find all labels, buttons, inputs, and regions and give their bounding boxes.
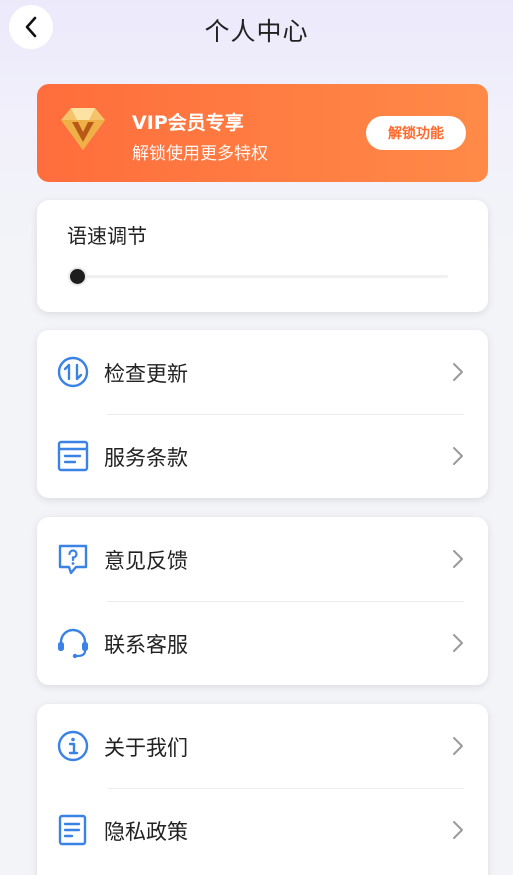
speed-card: 语速调节 <box>37 200 488 312</box>
chevron-right-icon <box>453 634 463 652</box>
menu-item-about[interactable]: 关于我们 <box>37 704 488 788</box>
vip-banner[interactable]: VIP会员专享 解锁使用更多特权 解锁功能 <box>37 84 488 182</box>
menu-label-customer-service: 联系客服 <box>104 633 188 657</box>
menu-item-privacy[interactable]: 隐私政策 <box>37 788 488 872</box>
page-title: 个人中心 <box>204 17 309 46</box>
menu-label-terms: 服务条款 <box>104 446 188 470</box>
menu-item-customer-service[interactable]: 联系客服 <box>37 601 488 685</box>
document-icon <box>57 440 89 472</box>
chevron-right-icon <box>453 363 463 381</box>
menu-label-about: 关于我们 <box>104 736 188 760</box>
vip-subtitle: 解锁使用更多特权 <box>132 144 268 164</box>
menu-item-terms[interactable]: 服务条款 <box>37 414 488 498</box>
unlock-button[interactable]: 解锁功能 <box>366 116 466 150</box>
menu-group-3: 关于我们 隐私政策 <box>37 704 488 875</box>
menu-item-check-update[interactable]: 检查更新 <box>37 330 488 414</box>
feedback-icon <box>58 544 88 575</box>
speed-slider-thumb[interactable] <box>68 267 87 286</box>
menu-item-feedback[interactable]: 意见反馈 <box>37 517 488 601</box>
menu-label-privacy: 隐私政策 <box>104 820 188 844</box>
info-icon <box>57 730 89 762</box>
chevron-right-icon <box>453 550 463 568</box>
vip-title: VIP会员专享 <box>132 112 244 134</box>
speed-title: 语速调节 <box>67 224 147 248</box>
update-icon <box>57 356 89 388</box>
chevron-right-icon <box>453 821 463 839</box>
headset-icon <box>58 628 88 659</box>
speed-slider-track[interactable] <box>77 275 448 278</box>
chevron-right-icon <box>453 447 463 465</box>
header-bar: 个人中心 <box>0 0 513 58</box>
chevron-right-icon <box>453 737 463 755</box>
diamond-v-icon <box>61 108 105 150</box>
menu-label-feedback: 意见反馈 <box>104 549 188 573</box>
menu-group-2: 意见反馈 联系客服 <box>37 517 488 685</box>
privacy-doc-icon <box>58 814 87 846</box>
menu-group-1: 检查更新 服务条款 <box>37 330 488 498</box>
menu-label-check-update: 检查更新 <box>104 362 188 386</box>
